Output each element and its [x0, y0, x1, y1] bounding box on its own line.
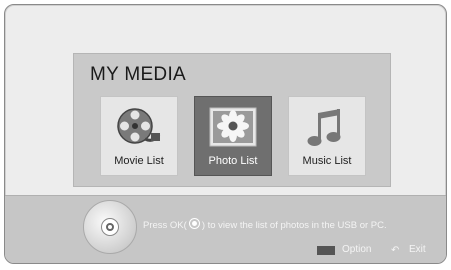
exit-icon[interactable]: ↶ — [391, 245, 399, 256]
tile-label: Music List — [302, 155, 352, 167]
bottom-bar: Press OK( ) to view the list of photos in… — [5, 195, 446, 263]
tile-photo-list[interactable]: Photo List — [194, 96, 272, 176]
option-label[interactable]: Option — [342, 244, 371, 255]
help-text: Press OK( ) to view the list of photos in… — [143, 218, 387, 231]
ok-icon — [188, 218, 200, 229]
tile-movie-list[interactable]: Movie List — [100, 96, 178, 176]
tile-label: Photo List — [208, 155, 258, 167]
page-title: MY MEDIA — [90, 64, 187, 85]
option-color-key-icon[interactable] — [317, 246, 335, 255]
ok-button-icon — [101, 218, 119, 236]
help-text-after: ) to view the list of photos in the USB … — [201, 220, 387, 231]
my-media-panel: MY MEDIA Movie List Photo List Music Lis… — [73, 53, 391, 187]
remote-dpad-icon — [83, 200, 137, 254]
help-text-before: Press OK( — [143, 220, 187, 231]
music-note-icon — [289, 105, 365, 149]
tile-label: Movie List — [114, 155, 164, 167]
photo-icon — [195, 105, 271, 149]
film-reel-icon — [101, 105, 177, 149]
exit-label[interactable]: Exit — [409, 244, 426, 255]
tv-screen: MY MEDIA Movie List Photo List Music Lis… — [4, 4, 447, 264]
tile-music-list[interactable]: Music List — [288, 96, 366, 176]
